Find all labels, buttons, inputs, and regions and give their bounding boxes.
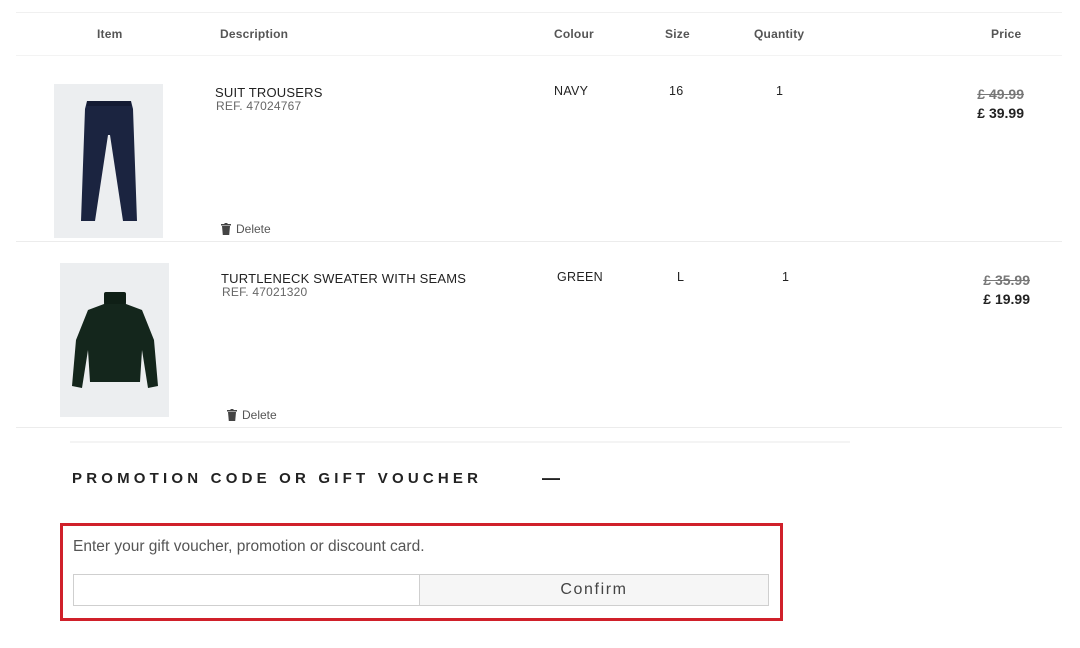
cart-row: SUIT TROUSERS REF. 47024767 NAVY 16 1 £ …	[16, 56, 1062, 242]
confirm-button[interactable]: Confirm	[419, 574, 769, 606]
header-colour: Colour	[554, 27, 594, 41]
cart-row: TURTLENECK SWEATER WITH SEAMS REF. 47021…	[16, 242, 1062, 428]
product-ref: REF. 47024767	[216, 99, 302, 113]
product-name[interactable]: SUIT TROUSERS	[215, 85, 323, 100]
trousers-icon	[80, 101, 137, 221]
trousers-image[interactable]	[54, 84, 163, 238]
cart-table-header: Item Description Colour Size Quantity Pr…	[16, 12, 1062, 56]
old-price: £ 35.99	[983, 272, 1030, 288]
header-price: Price	[991, 27, 1022, 41]
delete-label: Delete	[242, 408, 277, 422]
delete-label: Delete	[236, 222, 271, 236]
product-colour: NAVY	[554, 84, 589, 98]
section-divider	[70, 441, 850, 443]
promo-code-panel: Enter your gift voucher, promotion or di…	[60, 523, 783, 621]
header-size: Size	[665, 27, 690, 41]
header-description: Description	[220, 27, 289, 41]
promo-title[interactable]: PROMOTION CODE OR GIFT VOUCHER	[72, 470, 482, 487]
product-name[interactable]: TURTLENECK SWEATER WITH SEAMS	[221, 271, 466, 286]
sweater-image[interactable]	[60, 263, 169, 417]
promo-hint: Enter your gift voucher, promotion or di…	[73, 538, 425, 555]
new-price: £ 39.99	[977, 105, 1024, 121]
product-quantity[interactable]: 1	[782, 270, 789, 284]
product-quantity[interactable]: 1	[776, 84, 783, 98]
trash-icon	[221, 223, 231, 235]
sweater-icon	[71, 292, 158, 388]
cart-table: Item Description Colour Size Quantity Pr…	[16, 12, 1062, 428]
old-price: £ 49.99	[977, 86, 1024, 102]
product-ref: REF. 47021320	[222, 285, 308, 299]
product-size: L	[677, 270, 685, 284]
header-item: Item	[97, 27, 123, 41]
collapse-toggle-icon[interactable]: —	[542, 468, 560, 489]
trash-icon	[227, 409, 237, 421]
delete-button[interactable]: Delete	[227, 408, 277, 422]
product-size: 16	[669, 84, 684, 98]
header-quantity: Quantity	[754, 27, 805, 41]
promo-code-input[interactable]	[73, 574, 419, 606]
new-price: £ 19.99	[983, 291, 1030, 307]
product-colour: GREEN	[557, 270, 603, 284]
delete-button[interactable]: Delete	[221, 222, 271, 236]
